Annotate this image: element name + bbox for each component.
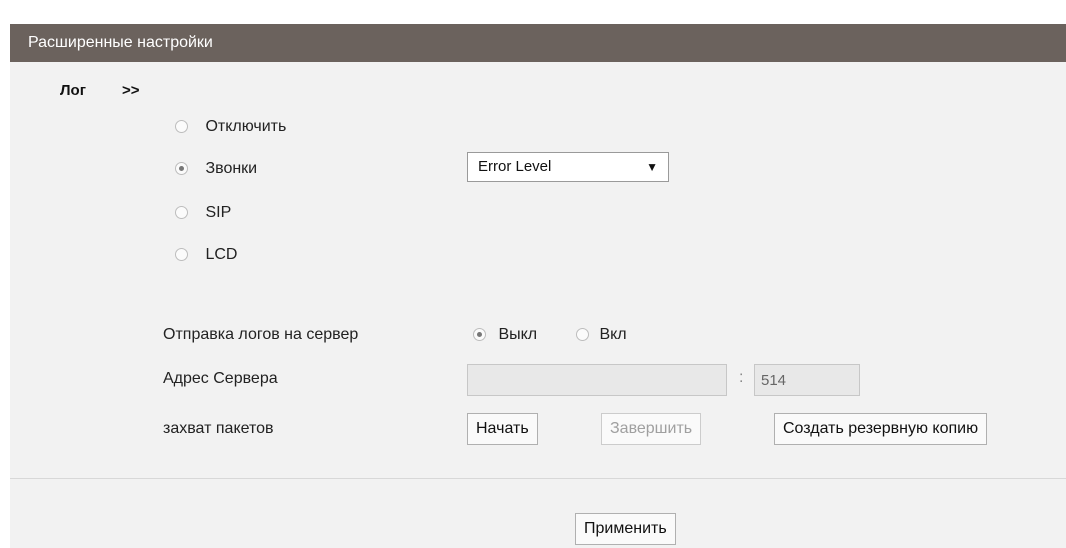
settings-panel: Расширенные настройки Лог >> Отключить З… — [10, 24, 1066, 548]
log-option-label: Отключить — [205, 118, 287, 135]
create-backup-button[interactable]: Создать резервную копию — [774, 413, 988, 445]
log-option-label: SIP — [205, 204, 232, 221]
radio-server-on[interactable] — [576, 328, 589, 342]
port-separator: : — [739, 369, 744, 386]
server-log-off-label: Выкл — [498, 326, 538, 343]
server-address-input[interactable] — [467, 364, 727, 396]
radio-calls[interactable] — [175, 162, 188, 176]
log-option-disable[interactable]: Отключить — [175, 118, 286, 136]
stop-capture-button[interactable]: Завершить — [601, 413, 702, 445]
log-option-sip[interactable]: SIP — [175, 204, 231, 222]
radio-server-off[interactable] — [473, 328, 486, 342]
log-option-label: LCD — [205, 246, 238, 263]
radio-lcd[interactable] — [175, 248, 188, 262]
start-capture-button[interactable]: Начать — [467, 413, 538, 445]
packet-capture-label: захват пакетов — [163, 420, 274, 437]
server-log-label: Отправка логов на сервер — [163, 326, 359, 343]
log-level-select[interactable]: Error Level ▼ — [467, 152, 669, 182]
log-option-calls[interactable]: Звонки — [175, 160, 257, 178]
log-option-lcd[interactable]: LCD — [175, 246, 237, 264]
apply-button[interactable]: Применить — [575, 513, 676, 545]
log-level-value: Error Level — [478, 158, 552, 175]
server-address-label: Адрес Сервера — [163, 370, 278, 387]
panel-header: Расширенные настройки — [10, 24, 1066, 62]
radio-sip[interactable] — [175, 206, 188, 220]
divider — [10, 478, 1066, 479]
server-log-on[interactable]: Вкл — [576, 326, 627, 344]
section-arrow: >> — [122, 82, 140, 99]
server-log-on-label: Вкл — [599, 326, 627, 343]
dropdown-arrow-icon: ▼ — [646, 160, 658, 174]
section-title: Лог — [60, 82, 86, 99]
server-log-off[interactable]: Выкл — [473, 326, 537, 344]
log-option-label: Звонки — [205, 160, 258, 177]
server-port-input[interactable] — [754, 364, 860, 396]
radio-disable[interactable] — [175, 120, 188, 134]
